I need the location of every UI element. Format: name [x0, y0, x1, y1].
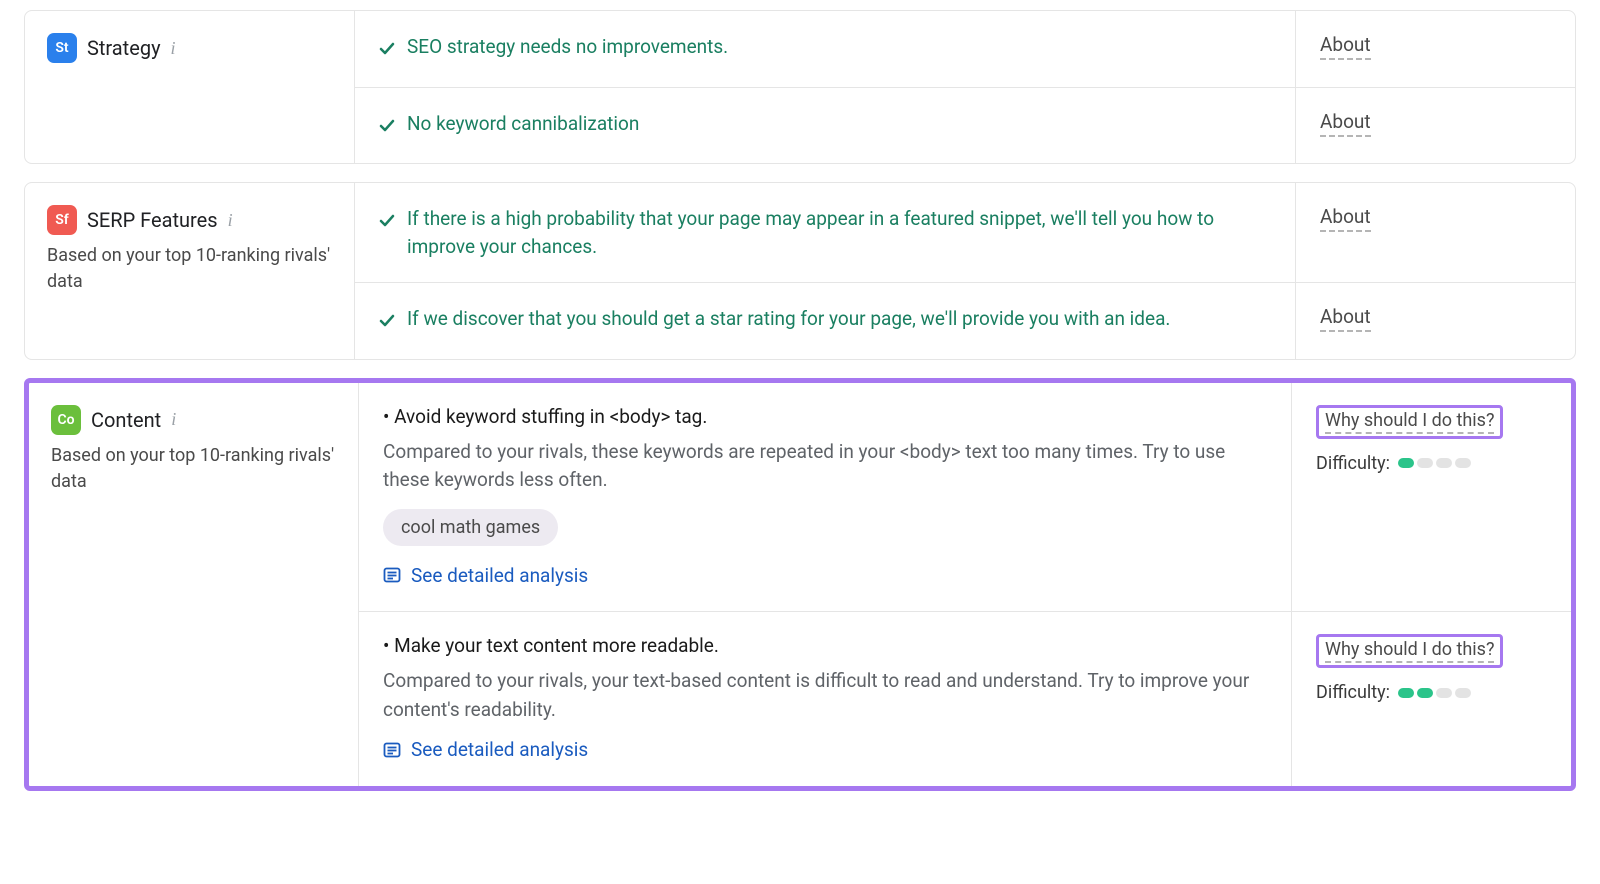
about-link[interactable]: About	[1320, 33, 1371, 60]
row-content-1: • Make your text content more readable. …	[359, 612, 1571, 786]
row-desc: Compared to your rivals, your text-based…	[383, 667, 1267, 724]
section-left-serp: Sf SERP Features i Based on your top 10-…	[25, 183, 355, 359]
section-title-content: Content	[91, 408, 161, 432]
bullet-title: • Avoid keyword stuffing in <body> tag.	[383, 405, 1267, 428]
section-left-strategy: St Strategy i	[25, 11, 355, 163]
keyword-tag[interactable]: cool math games	[383, 509, 558, 546]
check-text: SEO strategy needs no improvements.	[407, 33, 728, 61]
difficulty-row: Difficulty:	[1316, 453, 1547, 474]
check-text: If we discover that you should get a sta…	[407, 305, 1170, 333]
section-title-serp: SERP Features	[87, 208, 218, 232]
info-icon[interactable]: i	[171, 38, 176, 59]
info-icon[interactable]: i	[171, 409, 176, 430]
why-should-i-do-this-link[interactable]: Why should I do this?	[1316, 405, 1503, 439]
section-title-strategy: Strategy	[87, 36, 161, 60]
row-desc: Compared to your rivals, these keywords …	[383, 438, 1267, 495]
section-left-content: Co Content i Based on your top 10-rankin…	[29, 383, 359, 786]
section-serp: Sf SERP Features i Based on your top 10-…	[24, 182, 1576, 360]
row-strategy-0: SEO strategy needs no improvements. Abou…	[355, 11, 1575, 88]
detail-link-text: See detailed analysis	[411, 738, 588, 761]
see-detailed-analysis-link[interactable]: See detailed analysis	[383, 738, 588, 761]
section-strategy: St Strategy i SEO strategy needs no impr…	[24, 10, 1576, 164]
why-should-i-do-this-link[interactable]: Why should I do this?	[1316, 634, 1503, 668]
badge-serp: Sf	[47, 205, 77, 235]
difficulty-label: Difficulty:	[1316, 453, 1390, 474]
about-link[interactable]: About	[1320, 110, 1371, 137]
check-text: If there is a high probability that your…	[407, 205, 1271, 260]
analysis-icon	[383, 566, 401, 584]
check-text: No keyword cannibalization	[407, 110, 639, 138]
check-icon	[379, 37, 395, 65]
badge-strategy: St	[47, 33, 77, 63]
analysis-icon	[383, 741, 401, 759]
difficulty-bar	[1398, 458, 1471, 468]
difficulty-bar	[1398, 688, 1471, 698]
row-serp-0: If there is a high probability that your…	[355, 183, 1575, 283]
row-strategy-1: No keyword cannibalization About	[355, 88, 1575, 164]
section-subtitle-content: Based on your top 10-ranking rivals' dat…	[51, 443, 336, 495]
row-serp-1: If we discover that you should get a sta…	[355, 283, 1575, 359]
see-detailed-analysis-link[interactable]: See detailed analysis	[383, 564, 588, 587]
info-icon[interactable]: i	[228, 210, 233, 231]
row-content-0: • Avoid keyword stuffing in <body> tag. …	[359, 383, 1571, 613]
about-link[interactable]: About	[1320, 305, 1371, 332]
check-icon	[379, 114, 395, 142]
difficulty-row: Difficulty:	[1316, 682, 1547, 703]
check-icon	[379, 309, 395, 337]
about-link[interactable]: About	[1320, 205, 1371, 232]
detail-link-text: See detailed analysis	[411, 564, 588, 587]
section-content: Co Content i Based on your top 10-rankin…	[24, 378, 1576, 791]
bullet-title: • Make your text content more readable.	[383, 634, 1267, 657]
section-subtitle-serp: Based on your top 10-ranking rivals' dat…	[47, 243, 332, 295]
badge-content: Co	[51, 405, 81, 435]
check-icon	[379, 209, 395, 237]
difficulty-label: Difficulty:	[1316, 682, 1390, 703]
